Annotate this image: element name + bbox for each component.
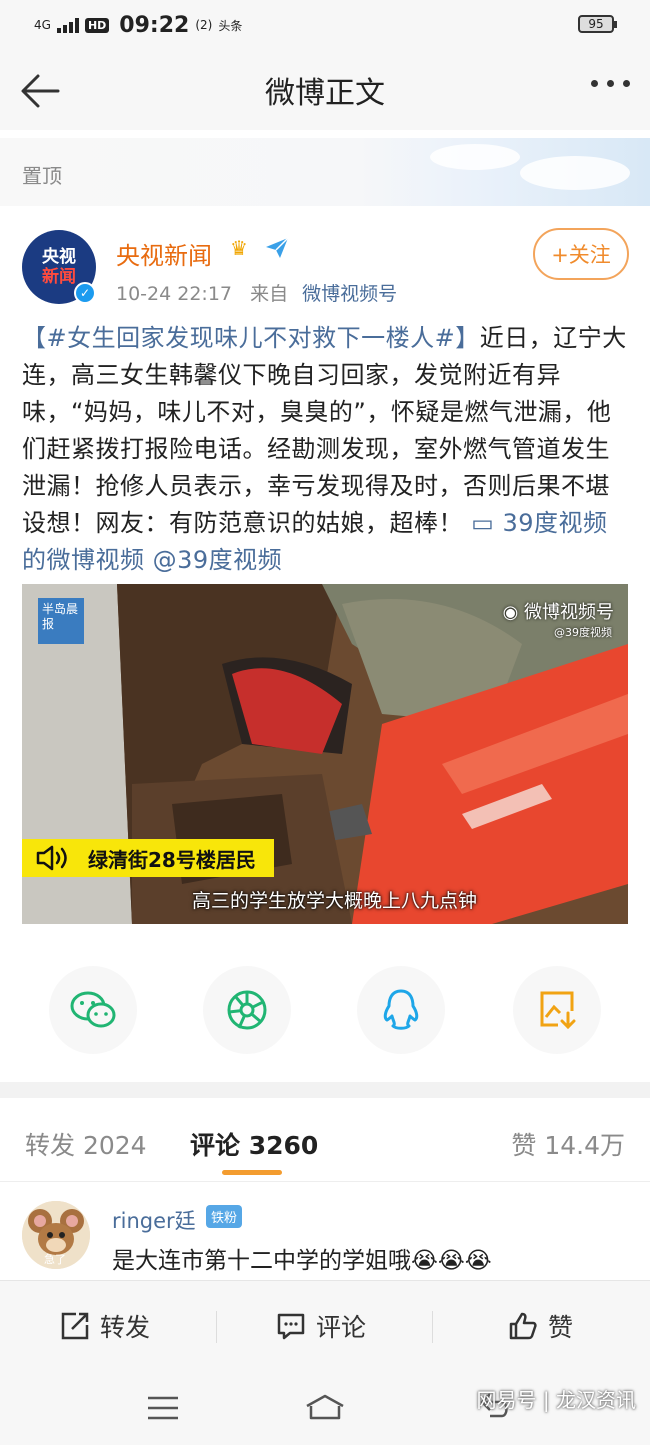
- status-bar: 4G HD 09:22 (2) 头条 95: [0, 0, 650, 50]
- watermark-text: 微博视频号: [524, 602, 614, 623]
- signal-icon: [56, 17, 79, 33]
- moments-icon: [227, 990, 267, 1030]
- moments-share-button[interactable]: [203, 966, 291, 1054]
- menu-icon[interactable]: [146, 1394, 180, 1422]
- location-caption: 绿清街28号楼居民: [22, 839, 274, 877]
- qq-share-button[interactable]: [357, 966, 445, 1054]
- separator: [432, 1311, 433, 1343]
- location-caption-text: 绿清街28号楼居民: [88, 847, 256, 872]
- like-label: 赞: [548, 1313, 574, 1342]
- qq-icon: [383, 989, 419, 1030]
- tab-repost[interactable]: 转发 2024: [25, 1126, 147, 1162]
- pinned-banner: 置顶: [0, 138, 650, 206]
- comment-label: 评论: [316, 1313, 367, 1342]
- interaction-tabs: 转发 2024 评论 3260 赞 14.4万: [0, 1098, 650, 1182]
- nfc-indicator: (2): [195, 18, 213, 32]
- battery-icon: 95: [578, 15, 617, 33]
- wechat-share-button[interactable]: [49, 966, 137, 1054]
- video-subtitle: 高三的学生放学大概晚上八九点钟: [192, 890, 478, 912]
- speaker-icon: [36, 845, 67, 871]
- repost-icon: [61, 1312, 89, 1340]
- system-navigation-bar: 网易号 | 龙汉资讯: [0, 1370, 650, 1445]
- weibo-post: 央视 新闻 ✓ 央视新闻 ♛ 10-24 22:17 来自 微博视频号 +关注 …: [0, 206, 650, 1082]
- page-title: 微博正文: [265, 76, 385, 111]
- author-name[interactable]: 央视新闻: [116, 236, 212, 271]
- source-watermark: 网易号 | 龙汉资讯: [476, 1388, 636, 1412]
- post-body: 【#女生回家发现味儿不对救下一楼人#】近日，辽宁大连，高三女生韩馨仪下晚自习回家…: [22, 320, 630, 579]
- cloud-decoration: [430, 144, 520, 170]
- comment-button[interactable]: 评论: [276, 1309, 366, 1343]
- repost-label: 转发: [100, 1313, 151, 1342]
- from-label: 来自: [250, 283, 289, 305]
- top-nav-bar: 微博正文: [0, 50, 650, 130]
- newspaper-logo: 半岛晨报: [38, 598, 84, 644]
- fan-badge: 铁粉: [206, 1205, 243, 1228]
- back-arrow-icon[interactable]: [18, 68, 64, 114]
- weibo-logo-icon: ◉: [502, 602, 524, 623]
- active-tab-indicator: [222, 1170, 282, 1175]
- follow-button[interactable]: +关注: [533, 228, 629, 280]
- home-icon[interactable]: [303, 1392, 347, 1420]
- post-time: 10-24 22:17: [116, 283, 233, 305]
- weibo-video-watermark: ◉ 微博视频号: [503, 598, 614, 624]
- section-divider: [0, 1082, 650, 1098]
- video-player[interactable]: 半岛晨报 ◉ 微博视频号 @39度视频 绿清街28号楼居民 高三的学生放学大概晚…: [22, 584, 628, 924]
- separator: [216, 1311, 217, 1343]
- tab-likes[interactable]: 赞 14.4万: [511, 1126, 625, 1162]
- wechat-icon: [70, 991, 116, 1028]
- clock: 09:22: [119, 12, 190, 38]
- save-image-button[interactable]: [513, 966, 601, 1054]
- post-source-link[interactable]: 微博视频号: [302, 283, 397, 305]
- pinned-label: 置顶: [22, 164, 62, 188]
- avatar-caption: 急了: [44, 1253, 66, 1266]
- verified-badge-icon: ✓: [74, 282, 96, 304]
- hashtag-link[interactable]: 【#女生回家发现味儿不对救下一楼人#】: [22, 324, 480, 352]
- avatar-text-bottom: 新闻: [42, 267, 76, 287]
- hd-indicator: HD: [84, 17, 110, 33]
- like-button[interactable]: 赞: [508, 1309, 573, 1343]
- network-type: 4G: [34, 18, 51, 32]
- battery-level: 95: [588, 17, 604, 31]
- app-notification-badge: 头条: [218, 18, 243, 33]
- tab-comments[interactable]: 评论 3260: [190, 1126, 318, 1162]
- repost-button[interactable]: 转发: [60, 1309, 150, 1343]
- watermark-sub: @39度视频: [554, 626, 612, 639]
- bottom-action-bar: 转发 评论 赞: [0, 1280, 650, 1370]
- thumbs-up-icon: [509, 1312, 537, 1340]
- share-row: [0, 966, 650, 1056]
- save-image-icon: [540, 991, 576, 1030]
- commenter-avatar[interactable]: 急了: [22, 1201, 90, 1269]
- more-options-icon[interactable]: [591, 80, 630, 87]
- post-meta: 10-24 22:17 来自 微博视频号: [116, 279, 397, 306]
- crown-icon: ♛: [230, 236, 248, 260]
- post-body-text: 近日，辽宁大连，高三女生韩馨仪下晚自习回家，发觉附近有异味，“妈妈，味儿不对，臭…: [22, 324, 627, 537]
- video-link-icon: ▭: [463, 509, 503, 537]
- avatar-text-top: 央视: [42, 247, 76, 267]
- comment-item: 急了 ringer廷 铁粉 是大连市第十二中学的学姐哦😭😭😭: [0, 1183, 650, 1278]
- mention-link[interactable]: @39度视频: [153, 546, 283, 574]
- comment-text: 是大连市第十二中学的学姐哦😭😭😭: [112, 1248, 492, 1274]
- paper-plane-icon: [266, 237, 289, 258]
- commenter-name[interactable]: ringer廷: [112, 1205, 196, 1235]
- cloud-decoration: [520, 156, 630, 190]
- comment-icon: [277, 1313, 305, 1340]
